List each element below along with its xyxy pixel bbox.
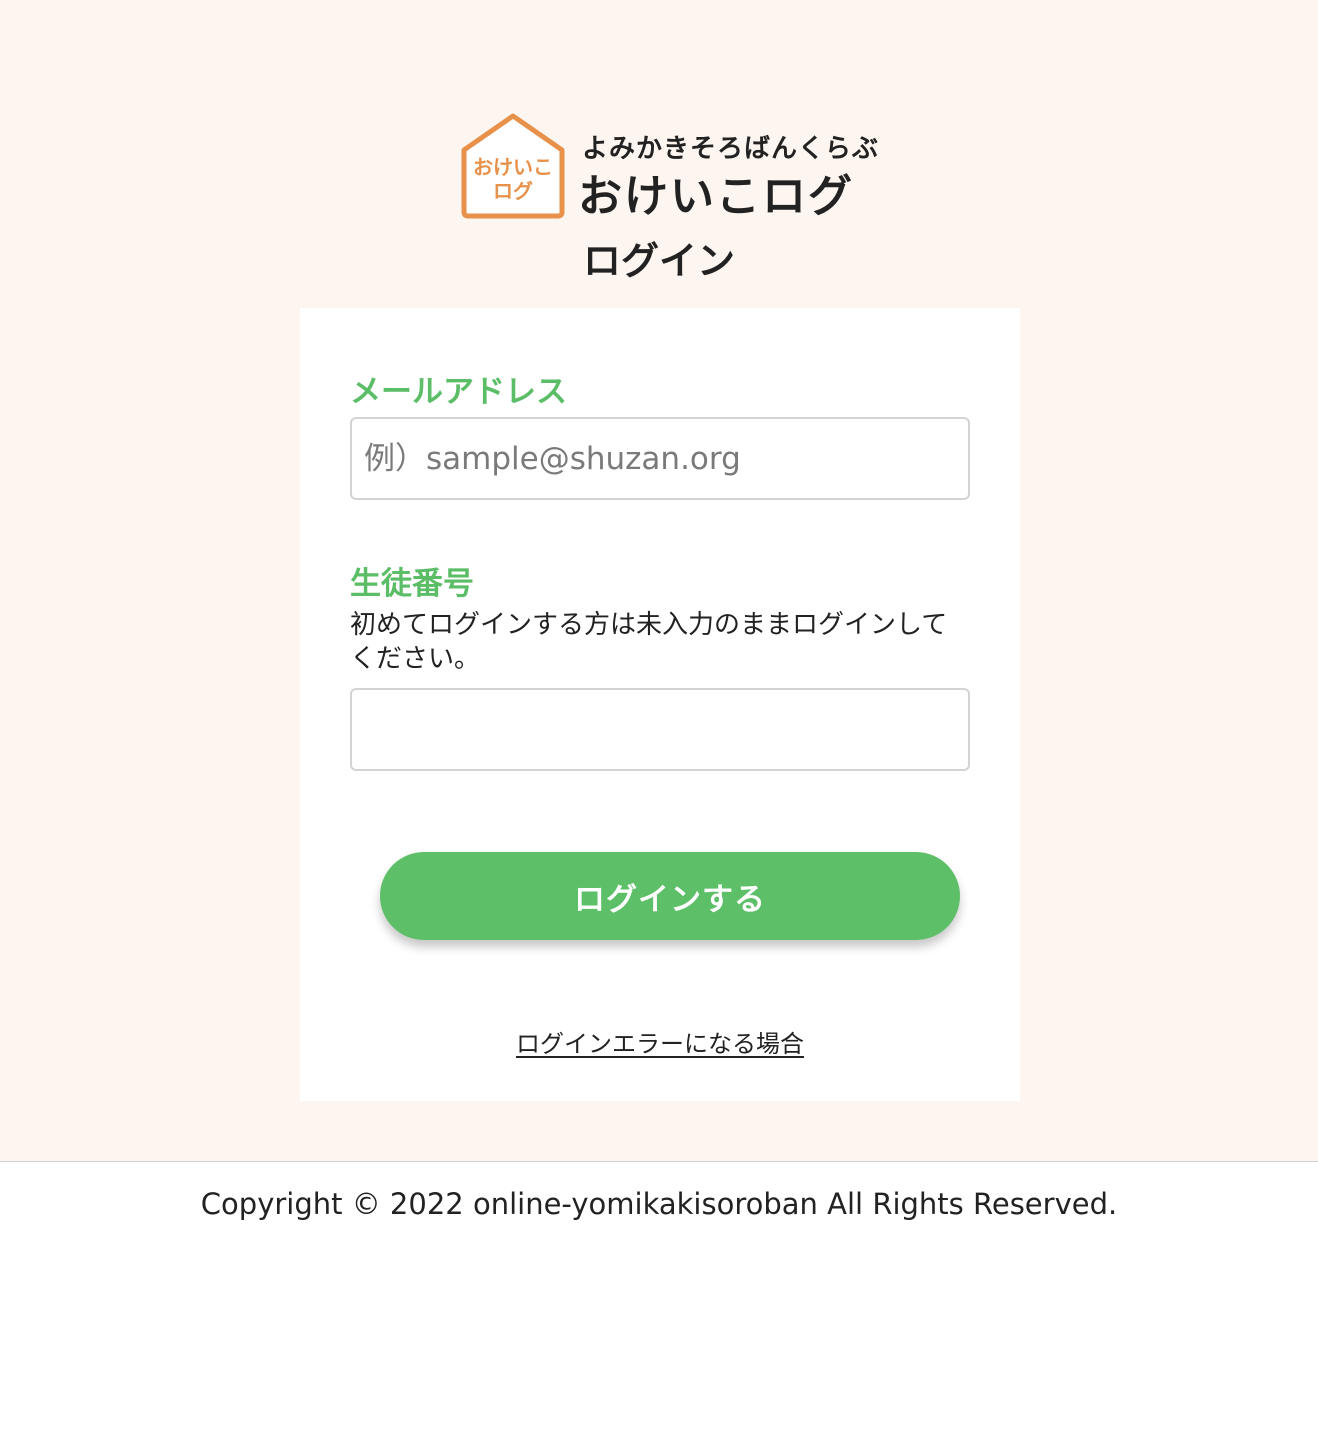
student-number-hint: 初めてログインする方は未入力のままログインしてください。 bbox=[350, 610, 948, 674]
logo-icon-text-top: おけいこ bbox=[473, 155, 553, 179]
student-number-label: 生徒番号 bbox=[350, 566, 474, 602]
site-logo[interactable]: おけいこ ログ よみかきそろばんくらぶ おけいこログ bbox=[458, 110, 878, 222]
house-logo-icon: おけいこ ログ bbox=[461, 113, 565, 219]
logo-icon-text-bottom: ログ bbox=[493, 179, 533, 203]
brand-title: おけいこログ bbox=[578, 171, 854, 222]
login-button[interactable]: ログインする bbox=[380, 852, 960, 940]
footer-copyright: Copyright © 2022 online-yomikakisoroban … bbox=[200, 1187, 1118, 1221]
email-field[interactable] bbox=[350, 417, 970, 500]
login-card: メールアドレス 生徒番号 初めてログインする方は未入力のままログインしてください… bbox=[300, 308, 1020, 1101]
page-title: ログイン bbox=[582, 239, 735, 283]
login-error-help-link[interactable]: ログインエラーになる場合 bbox=[300, 1024, 1020, 1059]
main-area: おけいこ ログ よみかきそろばんくらぶ おけいこログ ログイン メールアドレス … bbox=[0, 0, 1318, 1162]
email-label: メールアドレス bbox=[350, 374, 567, 410]
student-number-field[interactable] bbox=[350, 688, 970, 771]
